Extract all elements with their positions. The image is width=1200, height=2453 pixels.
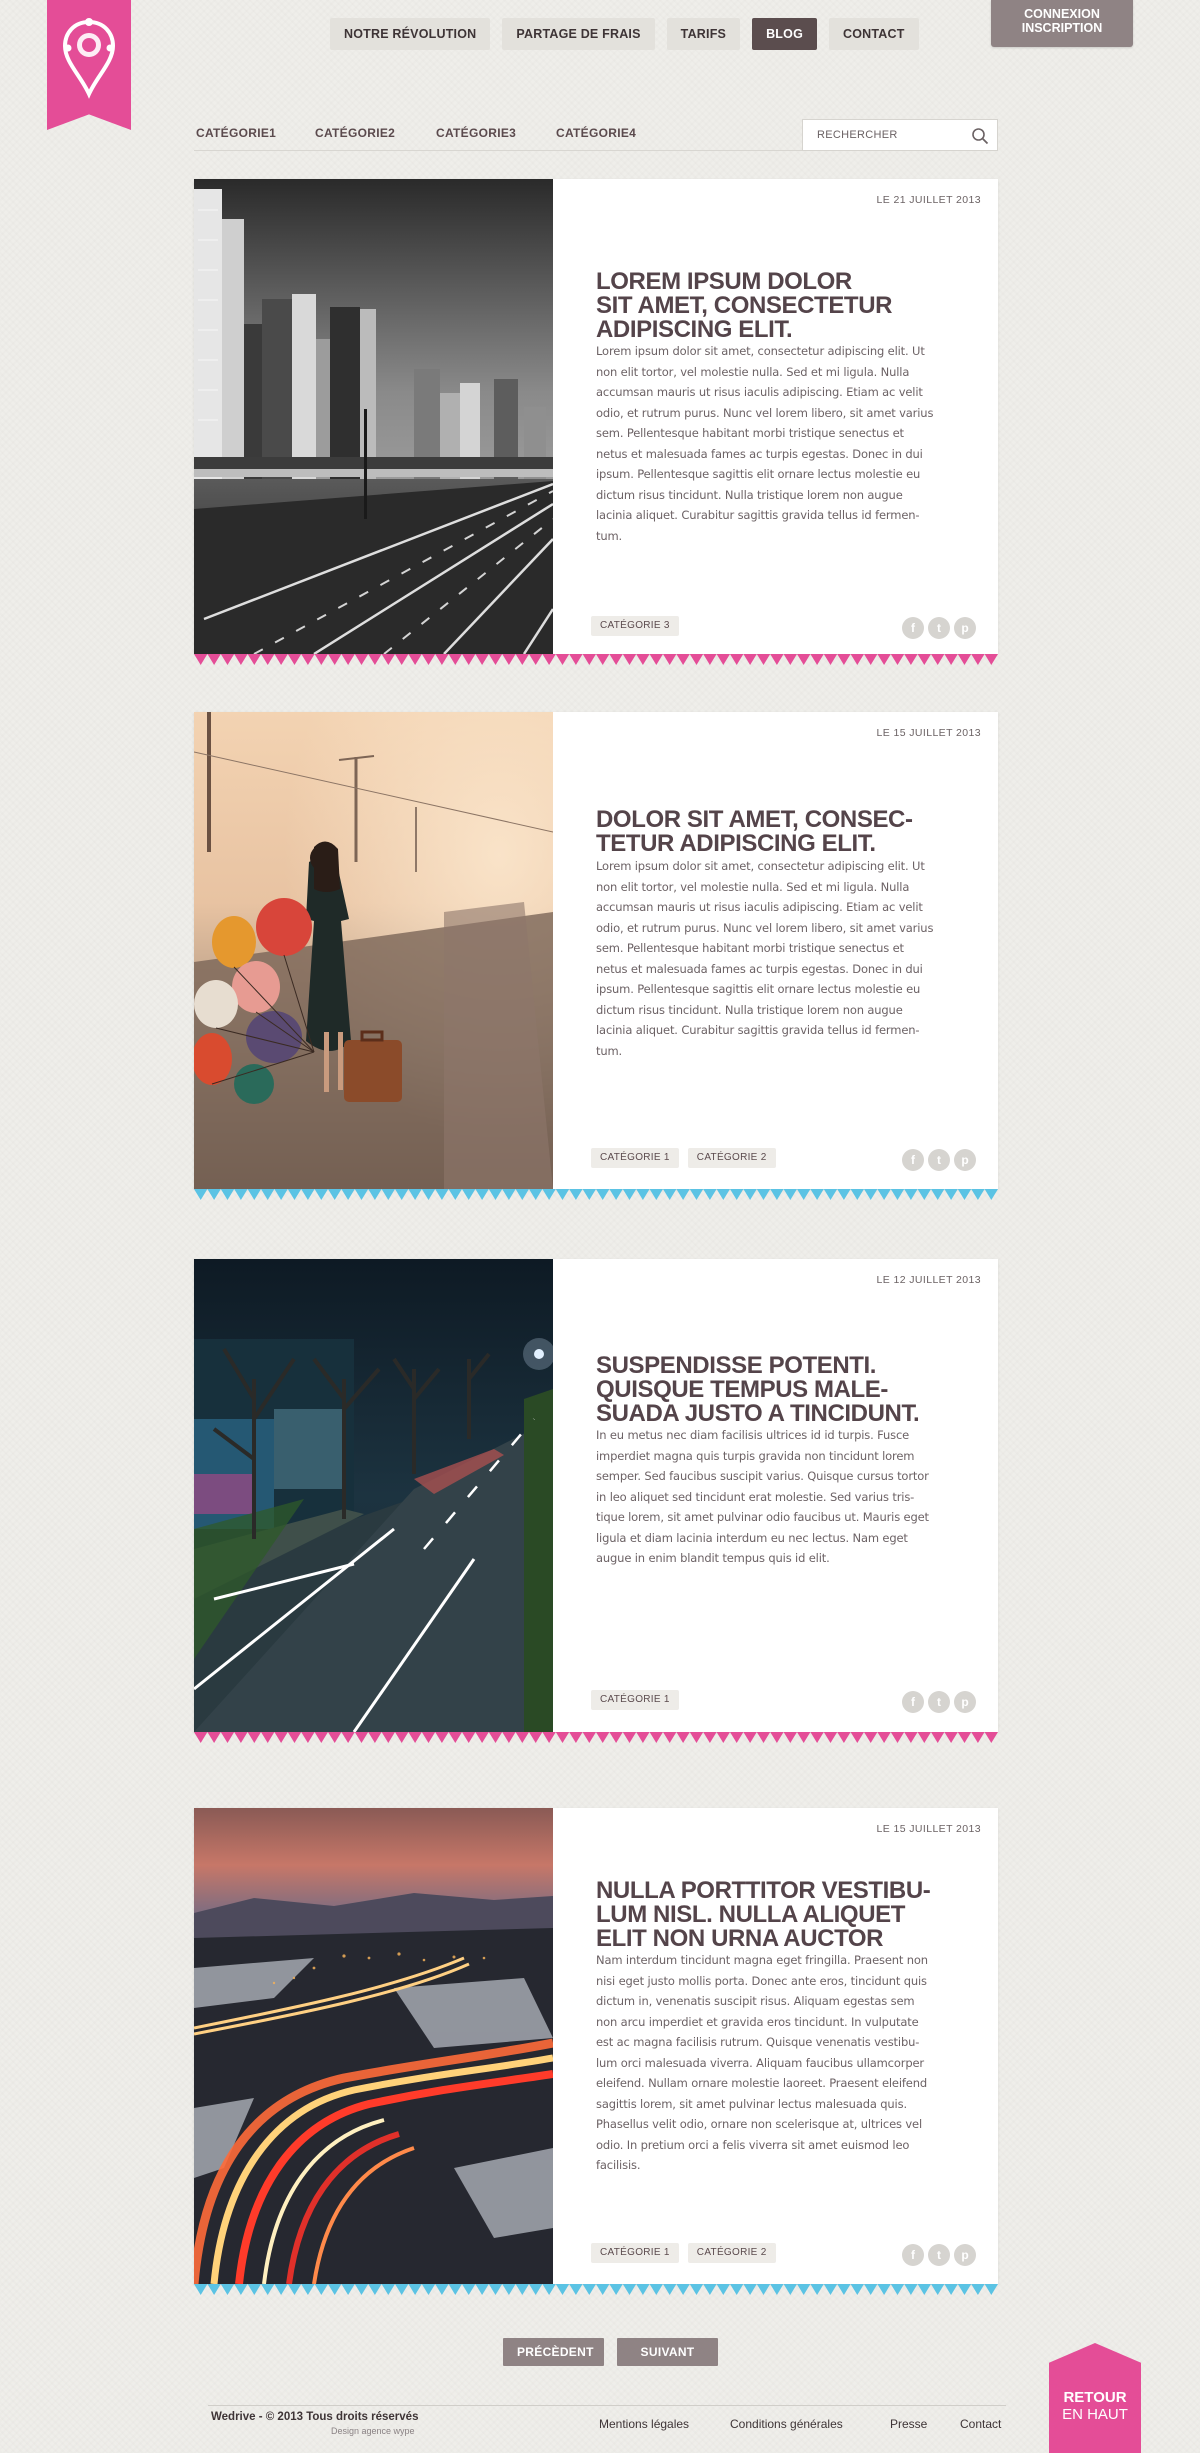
back-to-top-button[interactable]: RETOUR EN HAUT xyxy=(1049,2343,1141,2453)
twitter-icon[interactable]: t xyxy=(928,1691,950,1713)
post-title[interactable]: LOREM IPSUM DOLOR SIT AMET, CONSECTETUR … xyxy=(596,270,946,342)
post-tags: CATÉGORIE 1 CATÉGORIE 2 xyxy=(591,2243,776,2263)
social-share: f t p xyxy=(902,617,976,639)
copyright-text: Wedrive - © 2013 Tous droits réservés xyxy=(211,2411,419,2423)
back-to-top-label: RETOUR xyxy=(1063,2389,1127,2406)
post-date: LE 21 JUILLET 2013 xyxy=(876,194,981,206)
nav-partage-de-frais[interactable]: PARTAGE DE FRAIS xyxy=(502,18,655,50)
footer-divider xyxy=(208,2405,1006,2406)
pagination: PRÉCÈDENT SUIVANT xyxy=(503,2338,718,2366)
facebook-icon[interactable]: f xyxy=(902,1149,924,1171)
tag-badge[interactable]: CATÉGORIE 3 xyxy=(591,616,679,636)
tag-badge[interactable]: CATÉGORIE 2 xyxy=(687,1148,776,1168)
pinterest-icon[interactable]: p xyxy=(954,617,976,639)
search-input[interactable] xyxy=(803,120,963,150)
night-street-photo-icon xyxy=(194,1259,553,1732)
balloons-girl-photo-icon xyxy=(194,712,553,1189)
blog-post: LE 15 JUILLET 2013 DOLOR SIT AMET, CONSE… xyxy=(194,712,998,1200)
footer-link-conditions[interactable]: Conditions générales xyxy=(730,2417,843,2431)
design-credit[interactable]: Design agence wype xyxy=(331,2426,415,2436)
search-box xyxy=(802,119,998,151)
city-highway-photo-icon xyxy=(194,179,553,654)
category-link-1[interactable]: CATÉGORIE1 xyxy=(196,126,276,140)
twitter-icon[interactable]: t xyxy=(928,617,950,639)
facebook-icon[interactable]: f xyxy=(902,617,924,639)
blog-post: LE 12 JUILLET 2013 SUSPENDISSE POTENTI. … xyxy=(194,1259,998,1743)
social-share: f t p xyxy=(902,1149,976,1171)
twitter-icon[interactable]: t xyxy=(928,2244,950,2266)
category-link-3[interactable]: CATÉGORIE3 xyxy=(436,126,516,140)
nav-contact[interactable]: CONTACT xyxy=(829,18,919,50)
category-link-4[interactable]: CATÉGORIE4 xyxy=(556,126,636,140)
post-image[interactable] xyxy=(194,712,553,1189)
post-title[interactable]: NULLA PORTTITOR VESTIBU- LUM NISL. NULLA… xyxy=(596,1879,946,1951)
back-to-top-label-2: EN HAUT xyxy=(1062,2406,1128,2423)
tag-badge[interactable]: CATÉGORIE 1 xyxy=(591,1148,679,1168)
post-tags: CATÉGORIE 1 xyxy=(591,1690,679,1710)
category-bar: CATÉGORIE1 CATÉGORIE2 CATÉGORIE3 CATÉGOR… xyxy=(194,117,998,151)
search-icon[interactable] xyxy=(971,127,989,145)
next-page-button[interactable]: SUIVANT xyxy=(617,2338,718,2366)
zigzag-border xyxy=(194,1732,998,1743)
facebook-icon[interactable]: f xyxy=(902,2244,924,2266)
post-excerpt: Lorem ipsum dolor sit amet, consectetur … xyxy=(596,344,934,543)
social-share: f t p xyxy=(902,1691,976,1713)
zigzag-border xyxy=(194,654,998,665)
post-image[interactable] xyxy=(194,1808,553,2284)
zigzag-border xyxy=(194,1189,998,1200)
post-date: LE 15 JUILLET 2013 xyxy=(876,727,981,739)
pinterest-icon[interactable]: p xyxy=(954,2244,976,2266)
login-register-button[interactable]: CONNEXION INSCRIPTION xyxy=(991,0,1133,47)
footer-link-contact[interactable]: Contact xyxy=(960,2417,1001,2431)
pinterest-icon[interactable]: p xyxy=(954,1149,976,1171)
blog-post: LE 21 JUILLET 2013 LOREM IPSUM DOLOR SIT… xyxy=(194,179,998,665)
location-pin-logo-icon xyxy=(62,18,116,99)
blog-post: LE 15 JUILLET 2013 NULLA PORTTITOR VESTI… xyxy=(194,1808,998,2295)
pinterest-icon[interactable]: p xyxy=(954,1691,976,1713)
logo[interactable] xyxy=(47,0,131,130)
tag-badge[interactable]: CATÉGORIE 2 xyxy=(687,2243,776,2263)
post-title[interactable]: DOLOR SIT AMET, CONSEC- TETUR ADIPISCING… xyxy=(596,808,946,856)
post-date: LE 15 JUILLET 2013 xyxy=(876,1823,981,1835)
zigzag-border xyxy=(194,2284,998,2295)
nav-tarifs[interactable]: TARIFS xyxy=(666,18,741,50)
previous-page-button[interactable]: PRÉCÈDENT xyxy=(503,2338,604,2366)
post-tags: CATÉGORIE 3 xyxy=(591,616,679,636)
post-image[interactable] xyxy=(194,179,553,654)
twitter-icon[interactable]: t xyxy=(928,1149,950,1171)
login-label: CONNEXION xyxy=(1024,7,1100,21)
tag-badge[interactable]: CATÉGORIE 1 xyxy=(591,2243,679,2263)
footer-link-mentions[interactable]: Mentions légales xyxy=(599,2417,689,2431)
nav-blog[interactable]: BLOG xyxy=(752,18,817,50)
footer-link-presse[interactable]: Presse xyxy=(890,2417,927,2431)
post-image[interactable] xyxy=(194,1259,553,1732)
post-excerpt: Nam interdum tincidunt magna eget fringi… xyxy=(596,1953,928,2172)
tag-badge[interactable]: CATÉGORIE 1 xyxy=(591,1690,679,1710)
main-navigation: NOTRE RÉVOLUTION PARTAGE DE FRAIS TARIFS… xyxy=(330,18,919,50)
post-excerpt: In eu metus nec diam facilisis ultrices … xyxy=(596,1428,929,1565)
post-tags: CATÉGORIE 1 CATÉGORIE 2 xyxy=(591,1148,776,1168)
light-trails-photo-icon xyxy=(194,1808,553,2284)
nav-notre-revolution[interactable]: NOTRE RÉVOLUTION xyxy=(330,18,491,50)
social-share: f t p xyxy=(902,2244,976,2266)
post-date: LE 12 JUILLET 2013 xyxy=(876,1274,981,1286)
post-title[interactable]: SUSPENDISSE POTENTI. QUISQUE TEMPUS MALE… xyxy=(596,1354,946,1426)
register-label: INSCRIPTION xyxy=(1021,21,1103,35)
post-excerpt: Lorem ipsum dolor sit amet, consectetur … xyxy=(596,859,934,1058)
category-link-2[interactable]: CATÉGORIE2 xyxy=(315,126,395,140)
facebook-icon[interactable]: f xyxy=(902,1691,924,1713)
